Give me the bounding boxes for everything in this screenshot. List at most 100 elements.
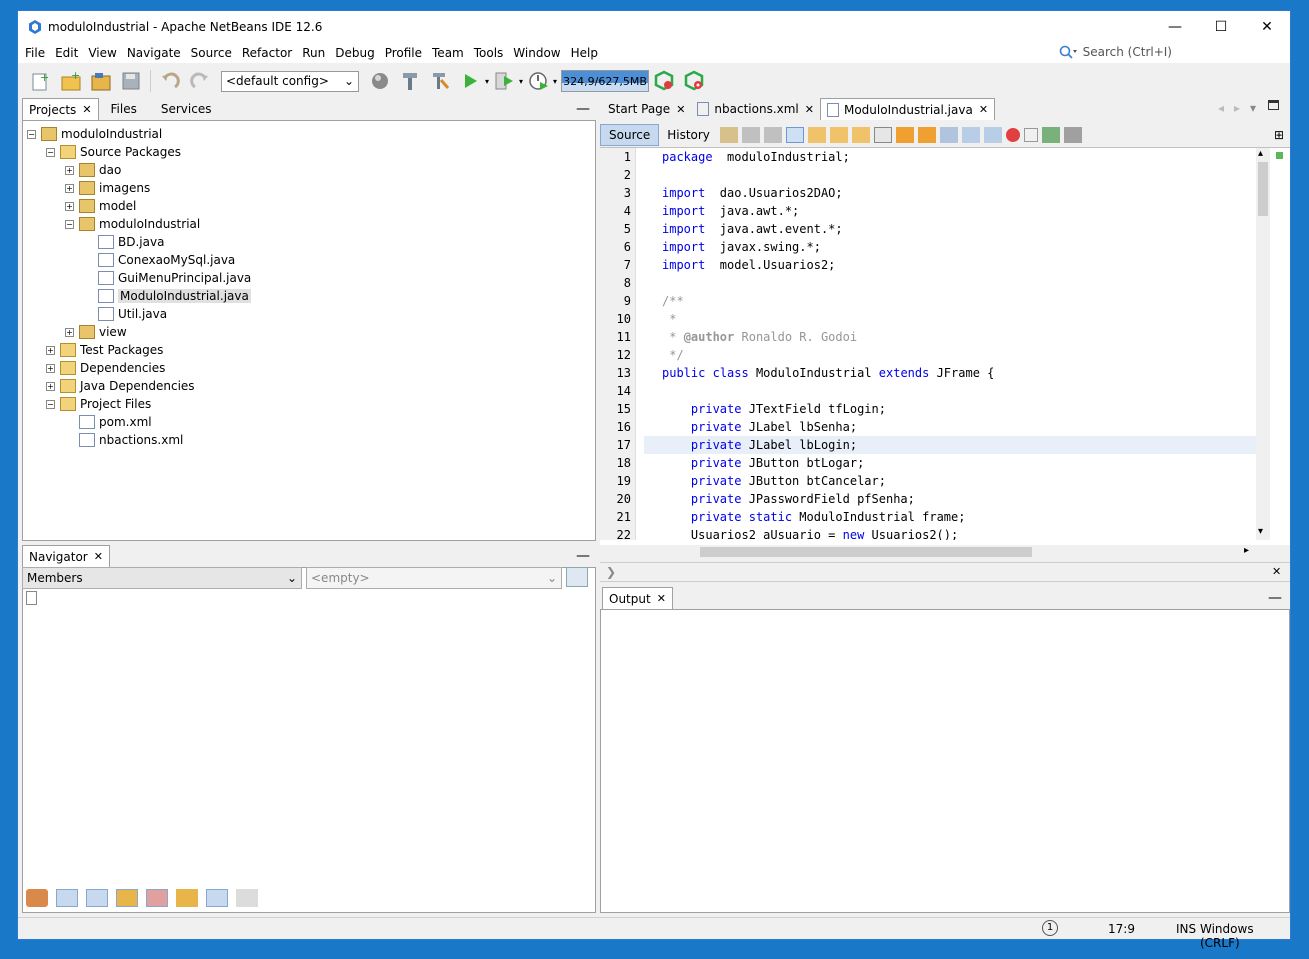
search-box[interactable]: Search (Ctrl+I)	[1059, 45, 1172, 59]
expand-icon[interactable]: +	[46, 381, 55, 391]
code-line[interactable]	[644, 166, 1256, 184]
menu-view[interactable]: View	[83, 46, 121, 60]
tab-navigator[interactable]: Navigator ✕	[22, 545, 110, 567]
collapse-icon[interactable]: −	[27, 129, 36, 139]
comment-icon[interactable]	[1041, 127, 1060, 143]
find-next-icon[interactable]	[829, 127, 848, 143]
collapse-icon[interactable]: −	[46, 399, 55, 409]
code-line[interactable]: /**	[644, 292, 1256, 310]
gc-icon[interactable]	[651, 68, 677, 94]
previous-bookmark-icon[interactable]	[895, 127, 914, 143]
show-inner-classes-icon[interactable]	[146, 889, 168, 907]
close-icon[interactable]: ✕	[94, 550, 103, 563]
tree-node[interactable]: − Source Packages	[27, 143, 251, 161]
close-icon[interactable]: ✕	[979, 103, 988, 116]
inherited-members-icon[interactable]	[26, 889, 48, 907]
tree-node[interactable]: + model	[27, 197, 251, 215]
last-edit-icon[interactable]	[719, 127, 738, 143]
tree-node[interactable]: − moduloIndustrial	[27, 125, 251, 143]
scrollbar-thumb[interactable]	[1258, 162, 1268, 216]
navigator-settings-icon[interactable]	[566, 567, 588, 587]
code-line[interactable]: import java.awt.*;	[644, 202, 1256, 220]
collapse-icon[interactable]: −	[65, 219, 74, 229]
find-previous-icon[interactable]	[807, 127, 826, 143]
tree-node[interactable]: nbactions.xml	[27, 431, 251, 449]
history-button[interactable]: History	[659, 125, 718, 145]
close-icon[interactable]: ✕	[676, 103, 685, 116]
code-line[interactable]: private JLabel lbLogin;	[644, 436, 1256, 454]
new-project-icon[interactable]: +	[58, 68, 84, 94]
expand-icon[interactable]: +	[65, 165, 74, 175]
javadoc-icon[interactable]	[176, 889, 198, 907]
code-line[interactable]: import dao.Usuarios2DAO;	[644, 184, 1256, 202]
tree-node[interactable]: − Project Files	[27, 395, 251, 413]
minimize-button[interactable]: —	[1152, 11, 1198, 43]
code-line[interactable]: *	[644, 310, 1256, 328]
tree-node[interactable]: pom.xml	[27, 413, 251, 431]
tab-list-icon[interactable]: ▾	[1250, 101, 1256, 115]
code-line[interactable]: */	[644, 346, 1256, 364]
toggle-highlight-icon[interactable]	[873, 127, 892, 143]
find-selection-icon[interactable]	[851, 127, 870, 143]
show-non-public-icon[interactable]	[116, 889, 138, 907]
run-icon[interactable]	[457, 68, 483, 94]
collapse-icon[interactable]: −	[46, 147, 55, 157]
code-line[interactable]: import java.awt.event.*;	[644, 220, 1256, 238]
scroll-up-icon[interactable]: ▴	[1258, 148, 1263, 159]
expand-icon[interactable]: +	[46, 363, 55, 373]
code-area[interactable]: package moduloIndustrial; import dao.Usu…	[644, 148, 1256, 540]
tree-node[interactable]: + imagens	[27, 179, 251, 197]
tree-node[interactable]: + dao	[27, 161, 251, 179]
close-icon[interactable]: ✕	[657, 592, 666, 605]
code-line[interactable]: private JLabel lbSenha;	[644, 418, 1256, 436]
code-line[interactable]: private JButton btCancelar;	[644, 472, 1256, 490]
new-file-icon[interactable]: +	[28, 68, 54, 94]
maximize-button[interactable]: ☐	[1198, 11, 1244, 43]
minimize-panel-icon[interactable]: —	[1268, 590, 1282, 606]
code-line[interactable]	[644, 274, 1256, 292]
members-select[interactable]: Members ⌄	[22, 567, 302, 589]
source-button[interactable]: Source	[600, 124, 660, 146]
config-select[interactable]: <default config> ⌄	[221, 70, 359, 92]
minimize-panel-icon[interactable]: —	[576, 548, 590, 564]
vertical-scrollbar[interactable]	[1256, 148, 1270, 540]
scrollbar-thumb[interactable]	[700, 547, 1032, 557]
close-button[interactable]: ✕	[1244, 11, 1290, 43]
back-icon[interactable]	[741, 127, 760, 143]
tab-projects[interactable]: Projects ✕	[22, 98, 99, 120]
notifications-icon[interactable]: 1	[1042, 920, 1058, 936]
code-line[interactable]: private static ModuloIndustrial frame;	[644, 508, 1256, 526]
profile-icon[interactable]	[525, 68, 551, 94]
menu-tools[interactable]: Tools	[469, 46, 509, 60]
profile-dropdown-icon[interactable]: ▾	[553, 77, 557, 86]
expand-icon[interactable]: +	[65, 201, 74, 211]
code-line[interactable]: public class ModuloIndustrial extends JF…	[644, 364, 1256, 382]
uncomment-icon[interactable]	[1063, 127, 1082, 143]
forward-icon[interactable]	[763, 127, 782, 143]
menu-edit[interactable]: Edit	[50, 46, 83, 60]
expand-icon[interactable]: +	[65, 183, 74, 193]
scroll-tabs-left-icon[interactable]: ◂	[1218, 101, 1224, 115]
tree-node[interactable]: ConexaoMySql.java	[27, 251, 251, 269]
expand-icon[interactable]: +	[46, 345, 55, 355]
code-line[interactable]: private JPasswordField pfSenha;	[644, 490, 1256, 508]
code-line[interactable]	[644, 382, 1256, 400]
filter-select[interactable]: <empty> ⌄	[306, 567, 562, 589]
run-dropdown-icon[interactable]: ▾	[485, 77, 489, 86]
tree-node[interactable]: + view	[27, 323, 251, 341]
code-line[interactable]: private JTextField tfLogin;	[644, 400, 1256, 418]
close-icon[interactable]: ✕	[805, 103, 814, 116]
shift-left-icon[interactable]	[961, 127, 980, 143]
next-bookmark-icon[interactable]	[917, 127, 936, 143]
shift-right-icon[interactable]	[983, 127, 1002, 143]
code-editor[interactable]: 1 2 3 4 5 6 7 8 9 10 11 12 13 14 15 16 17 18 19 20 21 22 pack…	[600, 147, 1290, 545]
close-breadcrumb-icon[interactable]: ✕	[1272, 565, 1281, 578]
tree-node[interactable]: − moduloIndustrial	[27, 215, 251, 233]
tree-node[interactable]: + Dependencies	[27, 359, 251, 377]
tree-node[interactable]: + Test Packages	[27, 341, 251, 359]
menu-navigate[interactable]: Navigate	[122, 46, 186, 60]
code-line[interactable]: Usuarios2 aUsuario = new Usuarios2();	[644, 526, 1256, 540]
scroll-right-icon[interactable]: ▸	[1244, 545, 1249, 556]
menu-window[interactable]: Window	[508, 46, 565, 60]
split-editor-icon[interactable]: ⊞	[1274, 128, 1284, 142]
